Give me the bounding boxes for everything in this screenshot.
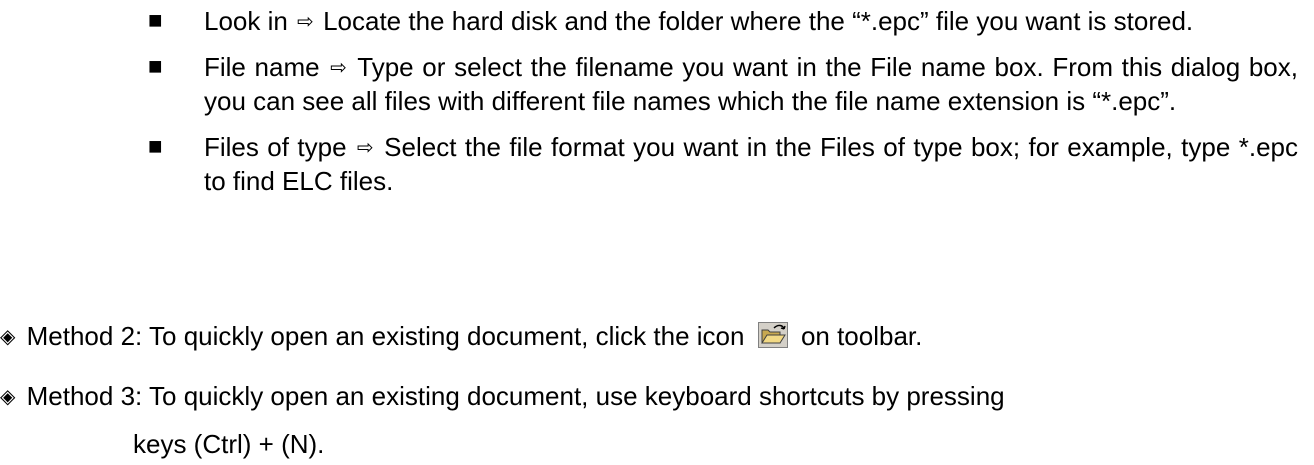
method-3-line: ◈ Method 3: To quickly open an existing … (0, 379, 1300, 413)
method-2-line: ◈ Method 2: To quickly open an existing … (0, 319, 1300, 353)
bullet-term: Look in (204, 6, 288, 36)
bullet-look-in: ■ Look in ⇨ Locate the hard disk and the… (148, 4, 1298, 38)
method-2-text-end: on toolbar. (800, 321, 923, 351)
right-arrow-icon: ⇨ (356, 135, 374, 159)
method-3-text: To quickly open an existing document, us… (149, 381, 1005, 411)
right-arrow-icon: ⇨ (297, 9, 314, 33)
bullet-term: File name (204, 52, 320, 82)
bullet-list: ■ Look in ⇨ Locate the hard disk and the… (148, 0, 1298, 210)
method-3-label: Method 3: (26, 381, 143, 411)
bullet-text: Locate the hard disk and the folder wher… (323, 6, 1194, 36)
open-folder-icon (757, 322, 788, 348)
square-bullet: ■ (148, 133, 163, 160)
diamond-bullet-icon: ◈ (0, 324, 16, 348)
bullet-term: Files of type (204, 132, 347, 162)
method-2-text: To quickly open an existing document, cl… (149, 321, 745, 351)
square-bullet: ■ (148, 53, 163, 80)
bullet-text: Type or select the filename you want in … (204, 52, 1298, 116)
square-bullet: ■ (148, 7, 163, 34)
bullet-files-of-type: ■ Files of type ⇨ Select the file format… (148, 130, 1298, 198)
right-arrow-icon: ⇨ (330, 55, 348, 79)
method-2-label: Method 2: (26, 321, 143, 351)
diamond-bullet-icon: ◈ (0, 384, 16, 408)
method-3-continuation: keys (Ctrl) + (N). (133, 429, 325, 459)
bullet-file-name: ■ File name ⇨ Type or select the filenam… (148, 50, 1298, 118)
